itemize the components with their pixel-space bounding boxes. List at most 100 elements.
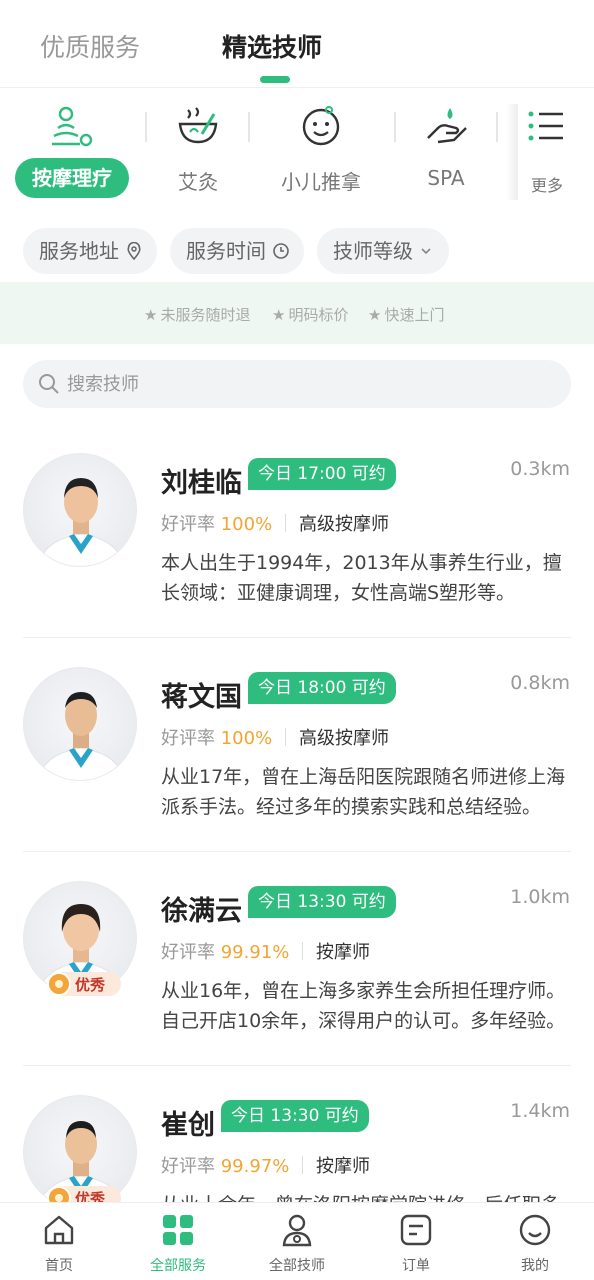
therapist-level: 按摩师 [302, 1152, 370, 1178]
therapist-intro: 从业16年，曾在上海多家养生会所担任理疗师。自己开店10余年，深得用户的认可。多… [161, 980, 566, 1032]
person-portrait-icon [37, 478, 125, 566]
excellent-badge: 优秀 [47, 972, 121, 996]
guarantee-clear-price: ★ 明码标价 [272, 304, 348, 325]
rating: 好评率 100% [161, 510, 272, 536]
rating-percent: 99.91% [220, 942, 290, 963]
therapist-avatar [23, 667, 137, 781]
guarantee-fast-visit: ★ 快速上门 [368, 304, 444, 325]
person-portrait-icon [37, 692, 125, 780]
rating-percent: 99.97% [220, 1156, 290, 1177]
rating-label: 好评率 [161, 1156, 215, 1177]
active-tab-indicator [260, 76, 290, 83]
therapist-level: 按摩师 [302, 938, 370, 964]
guarantee-label: 快速上门 [384, 306, 445, 324]
guarantee-refund: ★ 未服务随时退 [144, 304, 250, 325]
therapist-intro: 从业17年，曾在上海岳阳医院跟随名师进修上海派系手法。经过多年的摸索实践和总结经… [161, 766, 566, 818]
category-divider [248, 112, 250, 142]
smiley-profile-icon [519, 1214, 551, 1246]
category-label: SPA [427, 166, 465, 190]
category-label: 艾灸 [178, 170, 218, 194]
baby-face-icon [302, 106, 340, 146]
search-input[interactable] [67, 368, 547, 400]
therapist-card[interactable]: 蒋文国 今日 18:00 可约 0.8km 好评率 100% 高级按摩师 从业1… [0, 638, 594, 852]
rating: 好评率 99.97% [161, 1152, 289, 1178]
guarantee-label: 明码标价 [288, 306, 349, 324]
therapist-person-icon [282, 1214, 312, 1247]
nav-label: 全部服务 [150, 1258, 206, 1274]
filter-service-time[interactable]: 服务时间 [170, 228, 304, 274]
therapist-card[interactable]: 刘桂临 今日 17:00 可约 0.3km 好评率 100% 高级按摩师 本人出… [0, 424, 594, 638]
nav-all-services[interactable]: 全部服务 [119, 1203, 237, 1280]
clock-icon [273, 243, 289, 259]
distance: 1.0km [510, 886, 570, 908]
therapist-search-bar [23, 360, 571, 408]
distance: 0.8km [510, 672, 570, 694]
star-icon: ★ [368, 306, 382, 324]
therapist-level: 高级按摩师 [285, 510, 389, 536]
filter-service-address[interactable]: 服务地址 [23, 228, 157, 274]
nav-label: 我的 [521, 1258, 549, 1274]
star-icon: ★ [144, 306, 158, 324]
nav-label: 首页 [45, 1258, 73, 1274]
rating-label: 好评率 [161, 728, 215, 749]
therapist-card[interactable]: 优秀 徐满云 今日 13:30 可约 1.0km 好评率 99.91% 按摩师 … [0, 852, 594, 1066]
distance: 1.4km [510, 1100, 570, 1122]
rating: 好评率 100% [161, 724, 272, 750]
app-page: 优质服务 精选技师 按摩理疗 艾灸 小儿推拿 SPA 更多 服务地址 服务时间 … [0, 0, 594, 1280]
tab-selected-therapists[interactable]: 精选技师 [222, 28, 322, 64]
scroll-shadow [506, 104, 518, 200]
category-label: 更多 [530, 176, 563, 195]
order-list-icon [400, 1214, 432, 1246]
category-label: 按摩理疗 [15, 158, 129, 198]
filter-label: 技师等级 [333, 239, 413, 263]
menu-list-icon [528, 111, 563, 141]
medal-icon [47, 972, 71, 996]
massage-stones-icon [52, 106, 93, 147]
category-pediatric-massage[interactable]: 小儿推拿 [262, 88, 380, 206]
moxibustion-bowl-icon [178, 107, 218, 144]
therapist-avatar [23, 453, 137, 567]
nav-home[interactable]: 首页 [0, 1203, 118, 1280]
therapist-name: 徐满云 [161, 896, 242, 927]
availability-tag: 今日 18:00 可约 [248, 672, 396, 704]
category-row: 按摩理疗 艾灸 小儿推拿 SPA 更多 [0, 88, 594, 206]
home-icon [44, 1215, 74, 1245]
filter-bar: 服务地址 服务时间 技师等级 [0, 228, 594, 274]
filter-label: 服务地址 [39, 239, 119, 263]
therapist-name: 崔创 [161, 1110, 215, 1141]
nav-label: 订单 [402, 1258, 430, 1274]
top-tab-bar: 优质服务 精选技师 [0, 0, 594, 88]
rating-percent: 100% [220, 728, 273, 749]
star-icon: ★ [272, 306, 286, 324]
nav-label: 全部技师 [269, 1258, 325, 1274]
category-massage[interactable]: 按摩理疗 [14, 88, 130, 206]
tab-quality-service[interactable]: 优质服务 [40, 28, 140, 64]
rating-label: 好评率 [161, 514, 215, 535]
category-label: 小儿推拿 [281, 170, 361, 194]
guarantee-bar: ★ 未服务随时退 ★ 明码标价 ★ 快速上门 [0, 282, 594, 344]
badge-label: 优秀 [75, 976, 106, 994]
category-divider [394, 112, 396, 142]
nav-orders[interactable]: 订单 [357, 1203, 475, 1280]
grid-apps-icon [163, 1215, 193, 1245]
location-pin-icon [127, 242, 141, 260]
rating-label: 好评率 [161, 942, 215, 963]
filter-label: 服务时间 [186, 239, 266, 263]
availability-tag: 今日 17:00 可约 [248, 458, 396, 490]
spa-hand-drop-icon [427, 108, 467, 144]
filter-therapist-level[interactable]: 技师等级 [317, 228, 449, 274]
therapist-level: 高级按摩师 [285, 724, 389, 750]
therapist-intro: 本人出生于1994年，2013年从事养生行业，擅长领域：亚健康调理，女性高端S塑… [161, 552, 562, 604]
bottom-nav-bar: 首页 全部服务 全部技师 订单 我的 [0, 1202, 594, 1280]
rating-percent: 100% [220, 514, 273, 535]
availability-tag: 今日 13:30 可约 [221, 1100, 369, 1132]
category-spa[interactable]: SPA [400, 88, 492, 206]
chevron-down-icon [421, 248, 431, 255]
nav-all-therapists[interactable]: 全部技师 [238, 1203, 356, 1280]
category-more[interactable]: 更多 [512, 88, 582, 206]
category-divider [145, 112, 147, 142]
rating: 好评率 99.91% [161, 938, 289, 964]
category-moxibustion[interactable]: 艾灸 [150, 88, 246, 206]
guarantee-label: 未服务随时退 [160, 306, 251, 324]
nav-profile[interactable]: 我的 [476, 1203, 594, 1280]
